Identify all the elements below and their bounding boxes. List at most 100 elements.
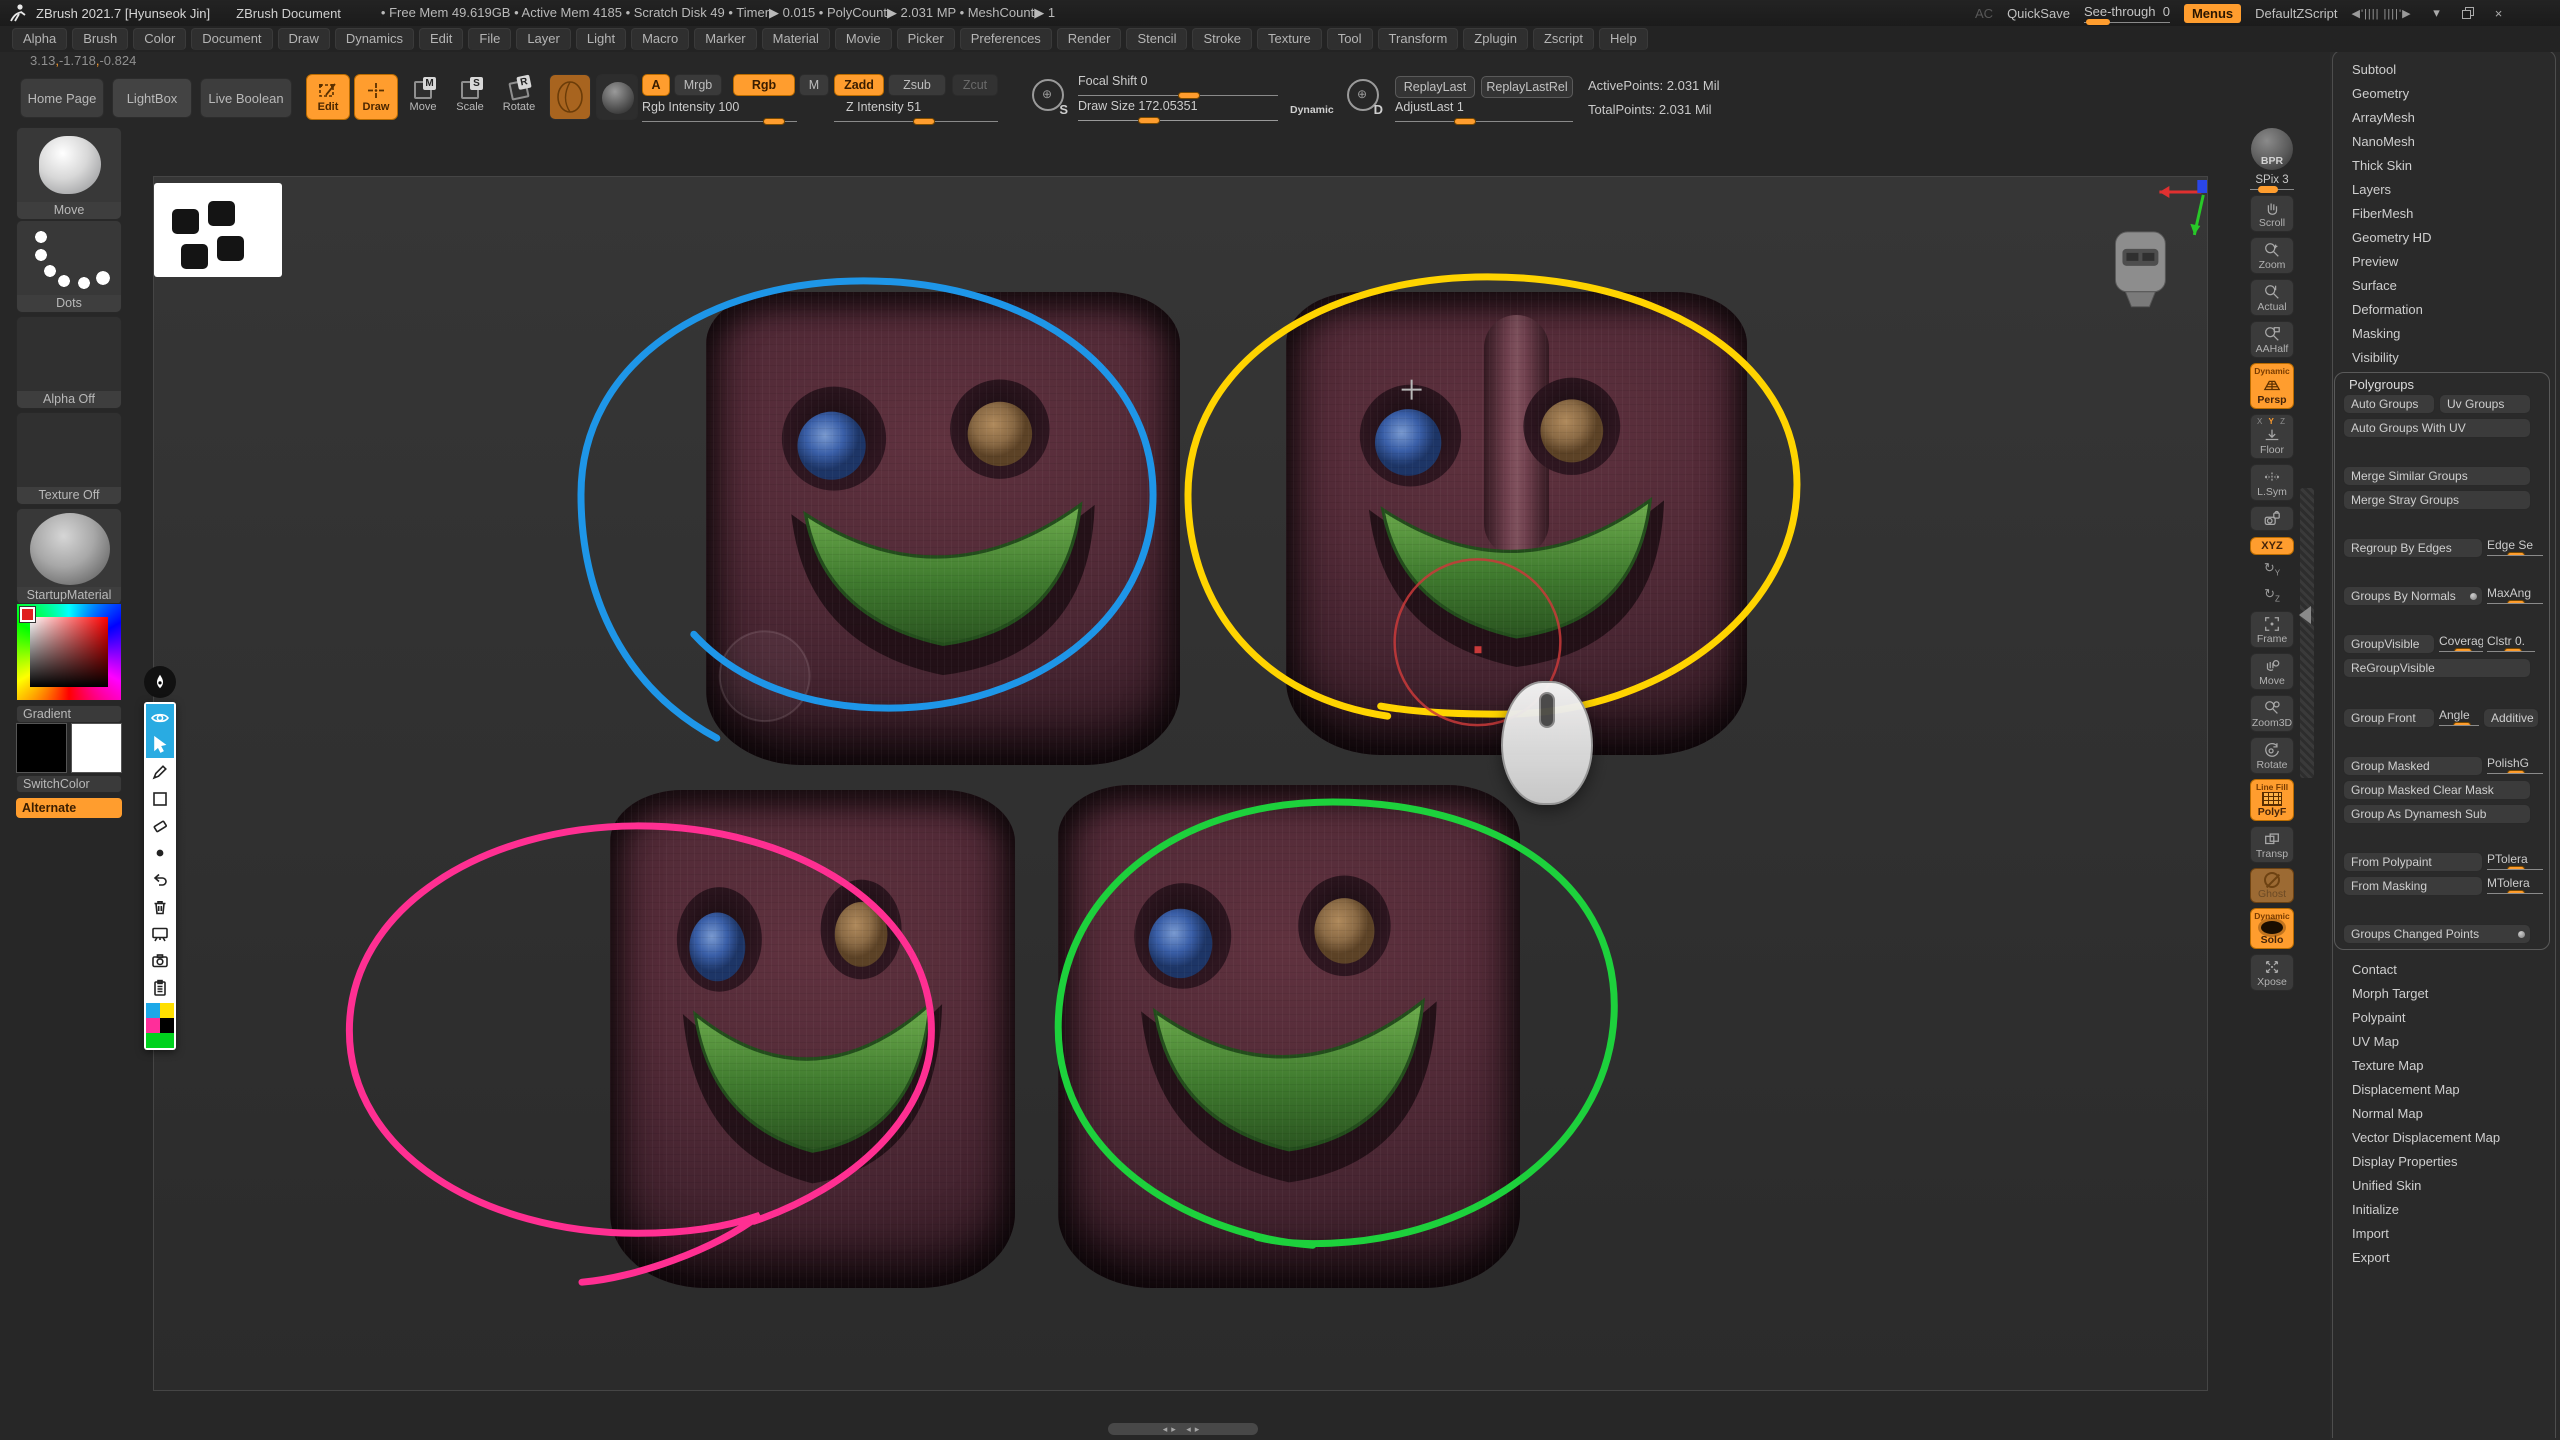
menu-item[interactable]: Alpha: [12, 28, 67, 50]
menu-item[interactable]: Help: [1599, 28, 1648, 50]
color-green[interactable]: [146, 1033, 174, 1048]
zoom3d-button[interactable]: Zoom3D: [2250, 695, 2294, 732]
alternate-button[interactable]: Alternate: [16, 798, 122, 818]
draw-size-slider[interactable]: Draw Size 172.05351: [1078, 99, 1278, 121]
clipboard-button[interactable]: [146, 974, 174, 1001]
menu-item[interactable]: Brush: [72, 28, 128, 50]
screenshot-button[interactable]: [146, 947, 174, 974]
persp-button[interactable]: Dynamic Persp: [2250, 363, 2294, 409]
dynamic-mode-button[interactable]: ⊕D: [1345, 75, 1383, 117]
move-3d-button[interactable]: Move: [2250, 653, 2294, 690]
regroup-visible-button[interactable]: ReGroupVisible: [2343, 658, 2531, 678]
pen-launcher-button[interactable]: [144, 666, 176, 698]
home-page-button[interactable]: Home Page: [20, 78, 104, 118]
menu-item[interactable]: Draw: [278, 28, 330, 50]
max-angle-slider[interactable]: MaxAng: [2487, 586, 2543, 604]
shape-tool-button[interactable]: [146, 785, 174, 812]
actual-size-button[interactable]: Actual: [2250, 279, 2294, 316]
color-picker[interactable]: [16, 603, 122, 701]
cursor-tool-button[interactable]: [146, 731, 174, 758]
restore-button[interactable]: [2462, 7, 2474, 19]
xpose-button[interactable]: Xpose: [2250, 954, 2294, 991]
current-material-thumbnail[interactable]: [596, 74, 638, 120]
material-picker[interactable]: StartupMaterial: [16, 508, 122, 605]
zadd-button[interactable]: Zadd: [834, 74, 884, 96]
orbit-y-button[interactable]: ↻Y: [2264, 561, 2280, 581]
menu-item[interactable]: Movie: [835, 28, 892, 50]
tool-section-header[interactable]: Preview: [2330, 250, 2560, 274]
saturation-value-square[interactable]: [30, 617, 108, 687]
tool-section-header[interactable]: Layers: [2330, 178, 2560, 202]
angle-slider[interactable]: Angle: [2439, 708, 2479, 726]
tool-section-header[interactable]: Thick Skin: [2330, 154, 2560, 178]
regroup-by-edges-button[interactable]: Regroup By Edges: [2343, 538, 2483, 558]
merge-stray-groups-button[interactable]: Merge Stray Groups: [2343, 490, 2531, 510]
tool-section-header[interactable]: Polypaint: [2330, 1006, 2560, 1030]
polyframe-button[interactable]: Line Fill PolyF: [2250, 779, 2294, 821]
canvas-horizontal-scrollbar[interactable]: ◂▸ ◂▸: [1108, 1423, 1258, 1435]
auto-groups-button[interactable]: Auto Groups: [2343, 394, 2435, 414]
from-masking-button[interactable]: From Masking: [2343, 876, 2483, 896]
menu-item[interactable]: Zscript: [1533, 28, 1594, 50]
pen-tool-button[interactable]: [146, 758, 174, 785]
undo-button[interactable]: [146, 866, 174, 893]
stroke-picker-dots[interactable]: Dots: [16, 220, 122, 313]
show-hide-button[interactable]: [146, 704, 174, 731]
menu-item[interactable]: Macro: [631, 28, 689, 50]
group-visible-button[interactable]: GroupVisible: [2343, 634, 2435, 654]
dynamic-draw-size-label[interactable]: Dynamic: [1290, 104, 1334, 116]
menu-item[interactable]: Picker: [897, 28, 955, 50]
see-through-knob[interactable]: [2086, 19, 2110, 25]
groups-changed-points-button[interactable]: Groups Changed Points: [2343, 924, 2531, 944]
tray-divider-scrollbar[interactable]: [2300, 488, 2314, 778]
polish-groups-slider[interactable]: PolishG: [2487, 756, 2543, 774]
local-symmetry-button[interactable]: L.Sym: [2250, 464, 2294, 501]
p-tolerance-slider[interactable]: PTolera: [2487, 852, 2543, 870]
mrgb-button[interactable]: Mrgb: [674, 74, 722, 96]
m-button[interactable]: M: [799, 74, 829, 96]
zoom-button[interactable]: Zoom: [2250, 237, 2294, 274]
stroke-picker-move[interactable]: Move: [16, 127, 122, 220]
focal-shift-slider[interactable]: Focal Shift 0: [1078, 74, 1278, 96]
transparency-button[interactable]: Transp: [2250, 826, 2294, 863]
zcut-button[interactable]: Zcut: [952, 74, 998, 96]
menu-item[interactable]: Stencil: [1126, 28, 1187, 50]
solo-button[interactable]: Dynamic Solo: [2250, 908, 2294, 949]
rgb-intensity-slider[interactable]: Rgb Intensity 100: [642, 100, 797, 122]
pen-color-palette[interactable]: [146, 1003, 174, 1048]
rotate-mode-button[interactable]: R Rotate: [496, 74, 542, 120]
tool-section-header[interactable]: Initialize: [2330, 1198, 2560, 1222]
sculpt-canvas[interactable]: [153, 176, 2208, 1391]
tool-section-header[interactable]: Morph Target: [2330, 982, 2560, 1006]
replay-last-button[interactable]: ReplayLast: [1395, 76, 1475, 98]
m-tolerance-slider[interactable]: MTolera: [2487, 876, 2543, 894]
tool-section-header[interactable]: Geometry HD: [2330, 226, 2560, 250]
eraser-tool-button[interactable]: [146, 812, 174, 839]
ghost-button[interactable]: Ghost: [2250, 868, 2294, 903]
brush-size-button[interactable]: [146, 839, 174, 866]
menu-item[interactable]: Document: [191, 28, 272, 50]
menu-item[interactable]: Marker: [694, 28, 756, 50]
edit-mode-button[interactable]: Edit: [306, 74, 350, 120]
zsub-button[interactable]: Zsub: [888, 74, 946, 96]
menu-item[interactable]: Tool: [1327, 28, 1373, 50]
merge-similar-groups-button[interactable]: Merge Similar Groups: [2343, 466, 2531, 486]
tool-section-header[interactable]: Display Properties: [2330, 1150, 2560, 1174]
coverage-slider[interactable]: Coverag: [2439, 634, 2483, 652]
scale-mode-button[interactable]: S Scale: [449, 74, 491, 120]
groups-by-normals-button[interactable]: Groups By Normals: [2343, 586, 2483, 606]
tool-section-header[interactable]: Surface: [2330, 274, 2560, 298]
menu-item[interactable]: Texture: [1257, 28, 1322, 50]
tool-section-header[interactable]: Texture Map: [2330, 1054, 2560, 1078]
edge-sensitivity-slider[interactable]: Edge Se: [2487, 538, 2543, 556]
group-masked-clear-mask-button[interactable]: Group Masked Clear Mask: [2343, 780, 2531, 800]
move-mode-button[interactable]: M Move: [402, 74, 444, 120]
tool-section-header[interactable]: Unified Skin: [2330, 1174, 2560, 1198]
current-brush-thumbnail[interactable]: [549, 74, 591, 120]
menu-item[interactable]: Render: [1057, 28, 1122, 50]
gradient-toggle[interactable]: Gradient: [16, 705, 122, 723]
scroll-button[interactable]: Scroll: [2250, 195, 2294, 232]
menu-item[interactable]: Transform: [1378, 28, 1459, 50]
tool-section-header[interactable]: Displacement Map: [2330, 1078, 2560, 1102]
alpha-picker[interactable]: Alpha Off: [16, 316, 122, 409]
